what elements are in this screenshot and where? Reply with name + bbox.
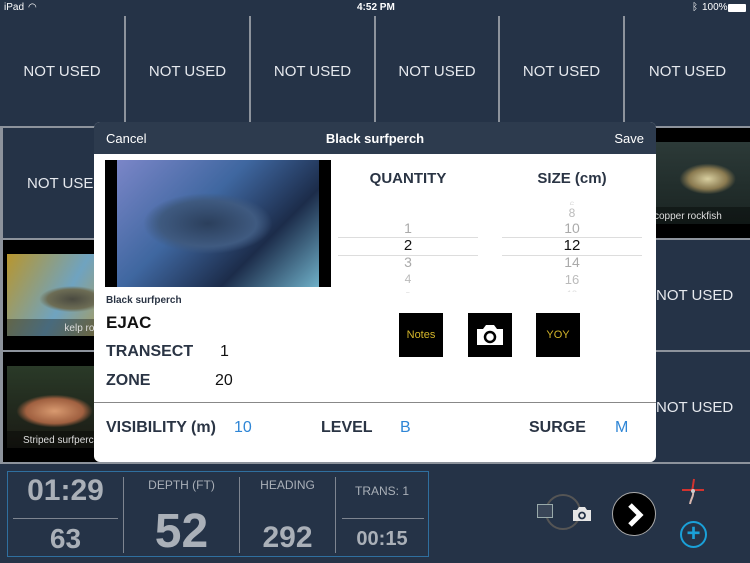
picker-option[interactable]: 10 (502, 220, 642, 237)
grid-cell-copper-rockfish[interactable]: copper rockfish (652, 128, 750, 238)
level-value[interactable]: B (400, 419, 411, 437)
picker-option[interactable]: 8 (502, 205, 642, 220)
depth-value: 52 (154, 505, 209, 558)
picker-selected[interactable]: 12 (502, 237, 642, 254)
zone-value: 20 (215, 372, 233, 389)
depth-label: DEPTH (FT) (148, 478, 215, 492)
camera-button[interactable] (468, 313, 512, 357)
transect-value: 1 (220, 343, 229, 360)
quantity-label: QUANTITY (369, 170, 447, 187)
camera-icon[interactable] (572, 506, 592, 522)
grid-cell[interactable]: NOT USED (625, 16, 750, 126)
chevron-right-icon (628, 503, 644, 527)
divider (94, 402, 656, 403)
battery-icon (728, 4, 746, 12)
compass-icon[interactable] (680, 477, 706, 507)
visibility-label: VISIBILITY (m) (106, 419, 216, 436)
yoy-button[interactable]: YOY (536, 313, 580, 357)
picker-option[interactable]: 18 (502, 286, 642, 292)
grid-cell[interactable]: NOT USED (376, 16, 498, 126)
picker-option[interactable]: 6 (502, 197, 642, 205)
grid-cell[interactable]: NOT USED (652, 352, 750, 462)
species-photo (105, 160, 331, 287)
count-value: 63 (49, 523, 82, 554)
divider (342, 518, 424, 519)
heading-label: HEADING (260, 478, 315, 492)
grid-cell[interactable]: NOT USED (652, 240, 750, 350)
visibility-value[interactable]: 10 (234, 419, 252, 437)
dialog-title: Black surfperch (325, 131, 425, 146)
picker-option[interactable]: 1 (338, 220, 478, 237)
save-button[interactable]: Save (614, 131, 644, 146)
wifi-icon: ◠ (28, 2, 37, 13)
transect-label: TRANSECT (106, 343, 194, 360)
grid-cell[interactable]: NOT USED (0, 16, 124, 126)
grid-cell[interactable]: NOT USED (500, 16, 623, 126)
bluetooth-icon: ᛒ (692, 2, 698, 13)
level-label: LEVEL (321, 419, 373, 436)
map-icon[interactable] (537, 504, 553, 518)
surge-label: SURGE (529, 419, 586, 436)
picker-selected[interactable]: 2 (338, 237, 478, 254)
observer-code: EJAC (106, 313, 152, 332)
size-picker[interactable]: 6 8 10 12 14 16 18 (502, 197, 642, 292)
clock: 4:52 PM (357, 2, 395, 13)
zone-label: ZONE (106, 372, 151, 389)
transect-label: TRANS: 1 (354, 484, 409, 498)
camera-icon (477, 325, 503, 345)
picker-option[interactable]: 16 (502, 271, 642, 287)
notes-button[interactable]: Notes (399, 313, 443, 357)
fish-caption: copper rockfish (652, 207, 750, 226)
divider (13, 518, 118, 519)
picker-option[interactable]: 5 (338, 287, 478, 293)
cancel-button[interactable]: Cancel (106, 131, 146, 146)
grid-cell[interactable]: NOT USED (251, 16, 374, 126)
battery-label: 100% (702, 2, 728, 13)
photo-caption: Black surfperch (106, 295, 182, 306)
quantity-picker[interactable]: 1 2 3 4 5 (338, 220, 478, 293)
surge-value[interactable]: M (615, 419, 628, 437)
dialog-header: Cancel Black surfperch Save (94, 122, 656, 154)
heading-value: 292 (262, 521, 313, 554)
dive-time: 01:29 (27, 474, 104, 507)
transect-timer: 00:15 (356, 528, 408, 550)
picker-option[interactable]: 14 (502, 254, 642, 271)
status-bar: iPad ◠ 4:52 PM ᛒ 100% (0, 0, 750, 16)
picker-option[interactable]: 3 (338, 254, 478, 271)
next-button[interactable] (612, 492, 656, 536)
picker-option[interactable]: 4 (338, 271, 478, 287)
add-button[interactable]: + (680, 521, 707, 548)
grid-cell[interactable]: NOT USED (126, 16, 249, 126)
device-label: iPad (4, 2, 25, 13)
size-label: SIZE (cm) (537, 170, 607, 187)
dive-dashboard: 01:29 63 DEPTH (FT) 52 HEADING 292 TRANS… (7, 471, 429, 558)
species-entry-dialog: Cancel Black surfperch Save Black surfpe… (94, 122, 656, 462)
